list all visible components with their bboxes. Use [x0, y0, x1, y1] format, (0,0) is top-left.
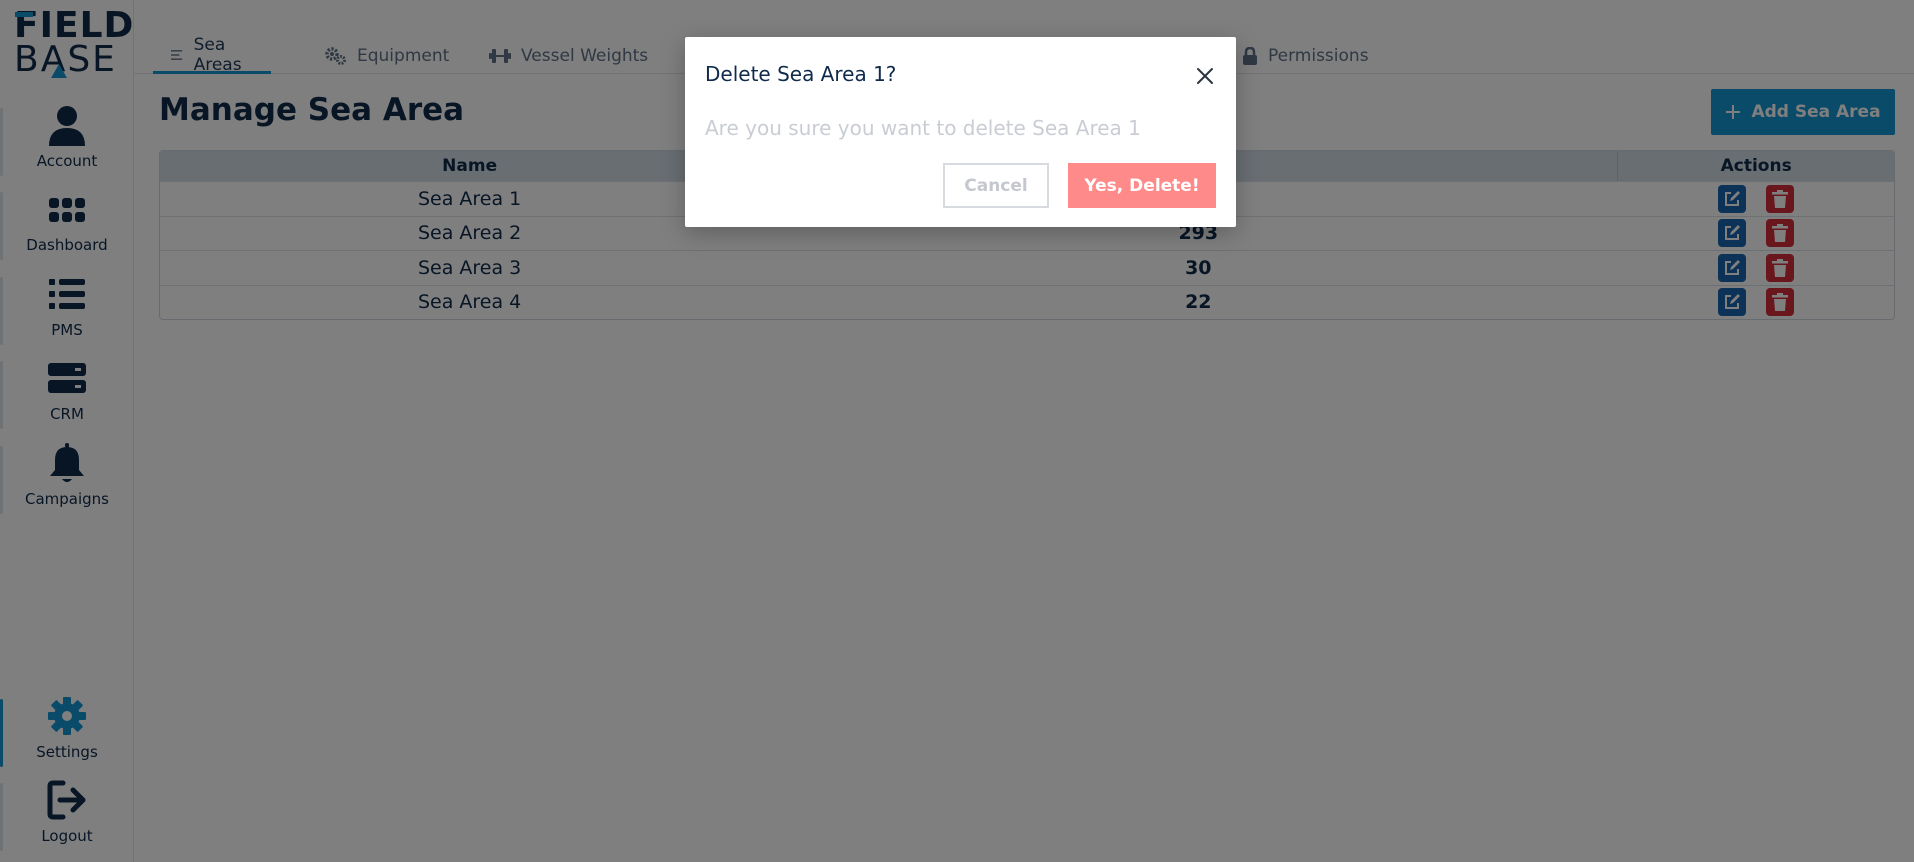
delete-confirm-dialog: Delete Sea Area 1? Are you sure you want… [685, 37, 1236, 227]
confirm-delete-button[interactable]: Yes, Delete! [1068, 163, 1216, 208]
cancel-button[interactable]: Cancel [943, 163, 1049, 208]
dialog-message: Are you sure you want to delete Sea Area… [705, 116, 1141, 140]
close-icon[interactable] [1193, 64, 1217, 88]
dialog-title: Delete Sea Area 1? [705, 62, 897, 86]
